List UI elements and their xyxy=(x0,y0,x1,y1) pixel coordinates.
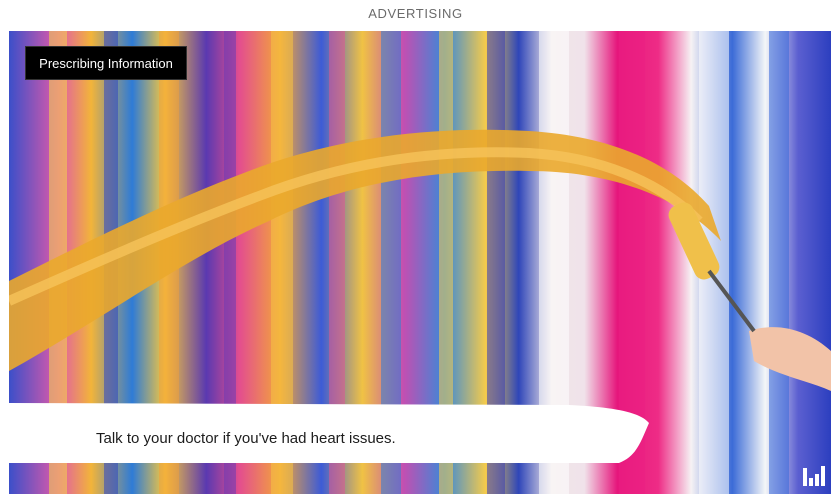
video-caption: Talk to your doctor if you've had heart … xyxy=(96,430,396,447)
painting-artwork xyxy=(9,31,831,494)
video-player[interactable]: Prescribing Information Talk to your doc… xyxy=(9,31,831,494)
prescribing-information-button[interactable]: Prescribing Information xyxy=(25,46,187,80)
advertising-label: ADVERTISING xyxy=(368,6,463,21)
bar-chart-logo-icon[interactable] xyxy=(803,466,825,486)
